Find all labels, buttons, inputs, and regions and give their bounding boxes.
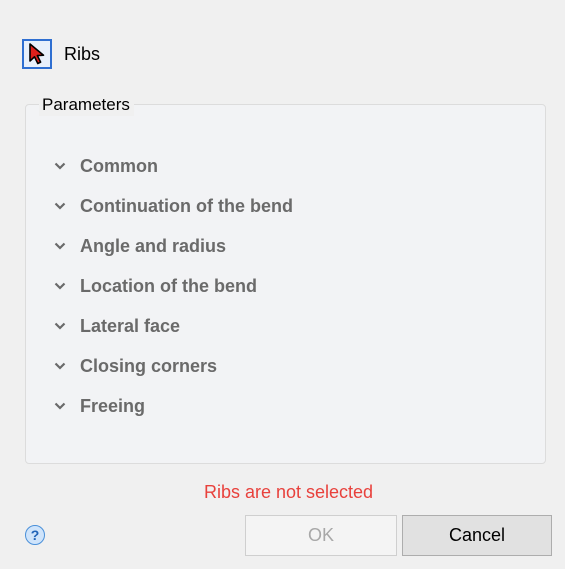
parameters-title: Parameters <box>39 94 134 116</box>
status-message: Ribs are not selected <box>203 482 374 502</box>
chevron-down-icon <box>53 200 67 212</box>
help-button[interactable]: ? <box>25 525 45 545</box>
chevron-down-icon <box>53 400 67 412</box>
parameters-sections: Common Continuation of the bend Angle an… <box>53 146 293 426</box>
section-label: Continuation of the bend <box>80 195 293 216</box>
help-icon: ? <box>30 527 40 543</box>
ribs-dialog: Ribs Parameters Common Continuation of t… <box>0 0 565 569</box>
section-label: Freeing <box>80 395 146 416</box>
section-freeing[interactable]: Freeing <box>53 386 293 426</box>
section-location-of-the-bend[interactable]: Location of the bend <box>53 266 293 306</box>
section-label: Location of the bend <box>80 275 257 296</box>
cursor-arrow-icon <box>29 43 45 65</box>
section-label: Closing corners <box>80 355 218 376</box>
section-closing-corners[interactable]: Closing corners <box>53 346 293 386</box>
section-label: Angle and radius <box>80 235 227 256</box>
section-label: Lateral face <box>80 315 181 336</box>
section-label: Common <box>80 155 158 176</box>
chevron-down-icon <box>53 160 67 172</box>
chevron-down-icon <box>53 280 67 292</box>
header-label: Ribs <box>64 43 101 64</box>
chevron-down-icon <box>53 320 67 332</box>
chevron-down-icon <box>53 240 67 252</box>
header: Ribs <box>22 38 100 70</box>
chevron-down-icon <box>53 360 67 372</box>
cancel-button[interactable]: Cancel <box>402 515 552 556</box>
ok-button[interactable]: OK <box>245 515 397 556</box>
select-ribs-button[interactable] <box>22 39 52 69</box>
section-common[interactable]: Common <box>53 146 293 186</box>
section-continuation-of-the-bend[interactable]: Continuation of the bend <box>53 186 293 226</box>
section-lateral-face[interactable]: Lateral face <box>53 306 293 346</box>
section-angle-and-radius[interactable]: Angle and radius <box>53 226 293 266</box>
